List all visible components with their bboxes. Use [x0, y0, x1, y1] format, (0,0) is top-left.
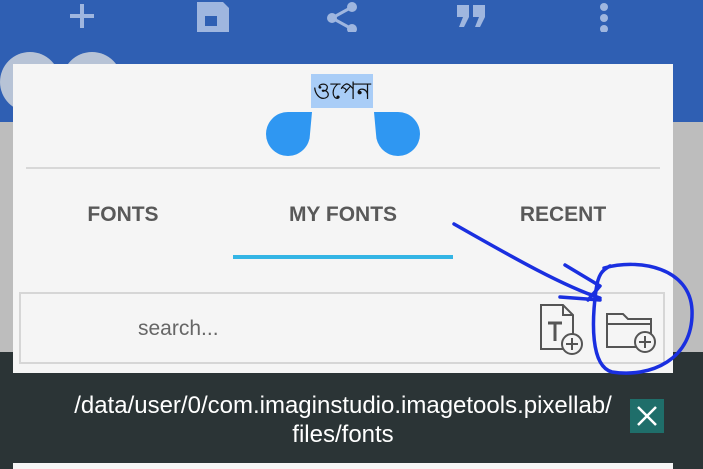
toast-path-line1: /data/user/0/com.imaginstudio.imagetools…: [74, 392, 612, 419]
tab-my-fonts[interactable]: MY FONTS: [253, 195, 433, 235]
preview-divider: [26, 167, 660, 169]
toast-path-line2: files/fonts: [292, 421, 394, 448]
font-preview-text: ওপেন: [311, 74, 373, 108]
plus-icon[interactable]: [62, 0, 102, 34]
path-toast: /data/user/0/com.imaginstudio.imagetools…: [13, 373, 673, 463]
tab-selected-indicator: [233, 255, 453, 259]
search-bar: [19, 292, 665, 364]
add-font-folder-icon: [606, 313, 656, 353]
add-font-file-button[interactable]: [536, 302, 586, 358]
preview-decoration: [266, 112, 420, 156]
search-input[interactable]: [136, 310, 440, 348]
add-font-folder-button[interactable]: [603, 302, 659, 358]
share-icon[interactable]: [322, 0, 362, 34]
tab-fonts[interactable]: FONTS: [33, 195, 213, 235]
quote-icon[interactable]: [452, 0, 492, 34]
tab-recent[interactable]: RECENT: [473, 195, 653, 235]
close-icon: [637, 406, 657, 426]
toast-close-button[interactable]: [630, 399, 664, 433]
dialog-bottom-edge: [13, 463, 673, 469]
add-font-file-icon: [540, 304, 583, 355]
more-vert-icon[interactable]: [584, 0, 624, 34]
save-icon[interactable]: [192, 0, 232, 34]
